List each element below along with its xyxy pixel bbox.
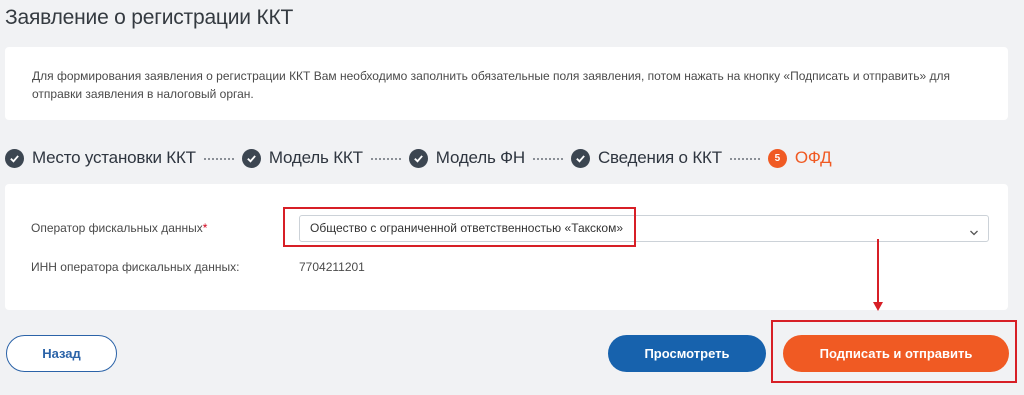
annotation-arrow-head <box>873 302 883 311</box>
step-label: Модель ККТ <box>268 148 363 167</box>
required-mark: * <box>202 221 208 235</box>
annotation-highlight-select <box>283 207 636 247</box>
step-location[interactable]: Место установки ККТ <box>5 148 196 168</box>
annotation-arrow-line <box>877 239 879 305</box>
step-label: Место установки ККТ <box>32 148 196 167</box>
step-number-badge: 5 <box>767 148 787 168</box>
check-icon <box>5 148 24 168</box>
step-label: Сведения о ККТ <box>597 148 722 167</box>
sign-and-send-button[interactable]: Подписать и отправить <box>783 335 1009 372</box>
step-ofd[interactable]: 5 ОФД <box>767 148 832 168</box>
step-separator <box>203 158 234 160</box>
info-card: Для формирования заявления о регистрации… <box>5 47 1008 120</box>
check-icon <box>408 148 428 168</box>
step-label: Модель ФН <box>435 148 525 167</box>
check-icon <box>241 148 261 168</box>
stepper: Место установки ККТ Модель ККТ Модель ФН… <box>5 145 832 171</box>
form-card: Оператор фискальных данных* Общество с о… <box>5 184 1008 310</box>
step-fn-model[interactable]: Модель ФН <box>408 148 525 168</box>
step-separator <box>370 158 401 160</box>
check-icon <box>570 148 590 168</box>
page-title: Заявление о регистрации ККТ <box>5 6 294 29</box>
info-text: Для формирования заявления о регистрации… <box>32 69 950 101</box>
step-separator <box>729 158 760 160</box>
step-label: ОФД <box>794 148 832 167</box>
inn-value: 7704211201 <box>299 260 365 274</box>
preview-button[interactable]: Просмотреть <box>608 335 766 372</box>
step-separator <box>532 158 563 160</box>
step-kkt-model[interactable]: Модель ККТ <box>241 148 363 168</box>
ofd-label: Оператор фискальных данных* <box>31 221 208 235</box>
step-kkt-info[interactable]: Сведения о ККТ <box>570 148 722 168</box>
back-button[interactable]: Назад <box>6 335 117 372</box>
inn-label: ИНН оператора фискальных данных: <box>31 260 240 274</box>
chevron-down-icon <box>969 224 979 236</box>
